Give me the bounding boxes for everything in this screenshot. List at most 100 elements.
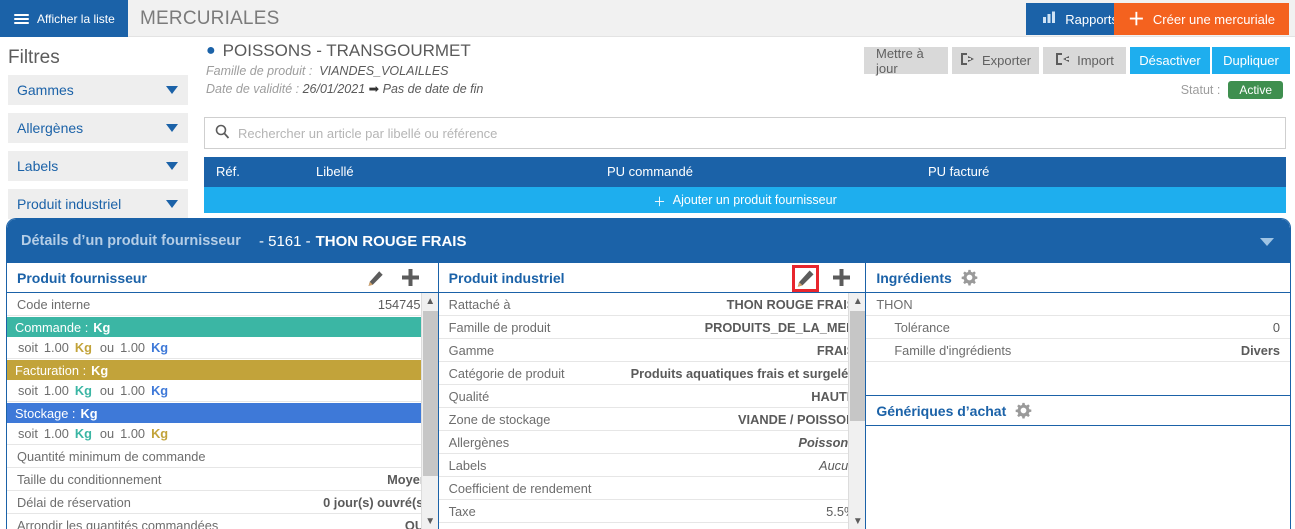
- map-pin-icon: ●: [206, 42, 216, 59]
- statut-label: Statut :: [1180, 83, 1221, 97]
- row-key: Arrondir les quantités commandées: [17, 517, 219, 529]
- sidebar-item-label: Labels: [17, 158, 59, 174]
- scrollbar-thumb[interactable]: [850, 311, 866, 421]
- table-row: Gamme FRAIS: [438, 339, 866, 362]
- scrollbar-thumb[interactable]: [422, 311, 438, 476]
- chevron-down-icon: [166, 162, 178, 170]
- scroll-up-icon[interactable]: ▲: [421, 293, 438, 310]
- uom-u1: Kg: [74, 426, 92, 441]
- uom-conversion-stockage: soit 1.00 Kg ou 1.00 Kg: [7, 423, 438, 445]
- date-validite-label: Date de validité :: [206, 82, 300, 96]
- row-value: Poissons: [798, 434, 856, 450]
- chevron-down-icon[interactable]: [1260, 238, 1274, 246]
- uom-sub-prefix: soit: [18, 383, 38, 398]
- uom-u2: Kg: [151, 340, 169, 355]
- scrollbar-vertical[interactable]: ▲ ▼: [848, 293, 866, 529]
- uom-conversion-commande: soit 1.00 Kg ou 1.00 Kg: [7, 337, 438, 359]
- scroll-down-icon[interactable]: ▼: [849, 513, 866, 529]
- mercuriale-header: ● POISSONS - TRANSGOURMET Famille de pro…: [206, 41, 483, 96]
- gear-icon[interactable]: [1015, 402, 1032, 419]
- search-input[interactable]: Rechercher un article par libellé ou réf…: [204, 117, 1286, 149]
- row-key: Labels: [448, 457, 487, 473]
- add-supplier-product-label: Ajouter un produit fournisseur: [672, 193, 837, 207]
- column-header-ref[interactable]: Réf.: [216, 164, 240, 179]
- column-header-pu-commande[interactable]: PU commandé: [607, 164, 693, 179]
- row-key: Taille du conditionnement: [17, 471, 162, 487]
- uom-q2: 1.00: [120, 340, 146, 355]
- scroll-down-icon[interactable]: ▼: [421, 513, 438, 529]
- date-fin-value: Pas de date de fin: [382, 82, 484, 96]
- row-key: Famille d'ingrédients: [894, 342, 1012, 358]
- page-title: POISSONS - TRANSGOURMET: [222, 41, 471, 60]
- row-key: Code interne: [17, 296, 91, 312]
- mettre-a-jour-button[interactable]: Mettre à jour: [864, 45, 948, 76]
- uom-u1: Kg: [74, 340, 92, 355]
- table-row: Délai de réservation 0 jour(s) ouvré(s): [7, 491, 438, 514]
- sidebar-item-label: Gammes: [17, 82, 74, 98]
- detail-panel-product-name: THON ROUGE FRAIS: [315, 232, 467, 250]
- row-key: Famille de produit: [448, 319, 551, 335]
- row-value: VIANDE / POISSON: [738, 411, 856, 427]
- show-list-button[interactable]: Afficher la liste: [0, 0, 128, 37]
- detail-columns: Produit fournisseur Code interne 1547451: [7, 263, 1290, 529]
- plus-icon[interactable]: [401, 268, 420, 287]
- detail-panel-code: - 5161 -: [258, 232, 311, 250]
- scrollbar-vertical[interactable]: ▲ ▼: [420, 293, 438, 529]
- industrial-product-rows: Rattaché à THON ROUGE FRAIS Famille de p…: [438, 293, 866, 529]
- supplier-product-panel-header: Produit fournisseur: [7, 263, 438, 293]
- uom-sub-prefix: soit: [18, 340, 38, 355]
- pencil-icon[interactable]: [792, 265, 820, 292]
- panel-divider: [866, 386, 1290, 396]
- famille-produit-label: Famille de produit :: [206, 64, 313, 78]
- sidebar-item-labels[interactable]: Labels: [8, 151, 188, 181]
- row-value: THON ROUGE FRAIS: [726, 296, 856, 312]
- uom-sub-prefix: soit: [18, 426, 38, 441]
- famille-produit-value: VIANDES_VOLAILLES: [319, 64, 449, 78]
- arrow-right-icon: ➡: [368, 82, 380, 96]
- ingredients-empty-row: [866, 362, 1290, 386]
- plus-icon: ＋: [653, 194, 666, 209]
- ingredients-panel-title: Ingrédients: [876, 269, 952, 286]
- creer-mercuriale-button[interactable]: ＋ Créer une mercuriale: [1113, 3, 1289, 35]
- uom-q2: 1.00: [120, 426, 146, 441]
- table-row: Qualité HAUTE: [438, 385, 866, 408]
- pencil-icon[interactable]: [367, 270, 384, 287]
- mettre-a-jour-label: Mettre à jour: [876, 45, 924, 76]
- sidebar-item-label: Allergènes: [17, 120, 84, 136]
- chevron-down-icon: [166, 124, 178, 132]
- desactiver-button[interactable]: Désactiver: [1130, 47, 1210, 74]
- products-table-header: Réf. Libellé PU commandé PU facturé: [204, 157, 1286, 187]
- exporter-button[interactable]: Exporter: [952, 47, 1039, 74]
- plus-icon[interactable]: [832, 268, 851, 287]
- chevron-down-icon: [166, 86, 178, 94]
- industrial-product-panel-header: Produit industriel: [438, 263, 866, 293]
- gear-icon[interactable]: [961, 269, 978, 286]
- table-row: Arrondir les quantités commandées OUI: [7, 514, 438, 529]
- row-value: Divers: [1240, 342, 1280, 358]
- dupliquer-label: Dupliquer: [1223, 53, 1279, 68]
- sidebar-item-allergenes[interactable]: Allergènes: [8, 113, 188, 143]
- table-row: Famille d'ingrédients Divers: [866, 339, 1290, 362]
- table-row: Famille de produit PRODUITS_DE_LA_MER: [438, 316, 866, 339]
- table-row: Taxe 5.5%: [438, 500, 866, 523]
- generics-empty-area: [866, 426, 1290, 510]
- uom-sub-mid: ou: [99, 383, 115, 398]
- sidebar-item-gammes[interactable]: Gammes: [8, 75, 188, 105]
- table-row: Quantité minimum de commande -: [7, 445, 438, 468]
- add-supplier-product-button[interactable]: ＋ Ajouter un produit fournisseur: [204, 187, 1286, 213]
- ingredients-rows: THON Tolérance 0 Famille d'ingrédients D…: [866, 293, 1290, 529]
- ingredient-group-row: THON: [866, 293, 1290, 316]
- uom-u2: Kg: [151, 426, 169, 441]
- uom-unit: Kg: [91, 362, 109, 378]
- import-button[interactable]: Import: [1043, 47, 1126, 74]
- uom-label: Stockage :: [15, 405, 76, 421]
- dupliquer-button[interactable]: Dupliquer: [1212, 47, 1290, 74]
- column-header-pu-facture[interactable]: PU facturé: [928, 164, 989, 179]
- sidebar-item-produit-industriel[interactable]: Produit industriel: [8, 189, 188, 219]
- chevron-down-icon: [166, 200, 178, 208]
- ingredients-panel-header: Ingrédients: [866, 263, 1290, 293]
- ingredient-group-name: THON: [876, 296, 913, 312]
- scroll-up-icon[interactable]: ▲: [849, 293, 866, 310]
- row-value: 0: [1272, 319, 1280, 335]
- column-header-libelle[interactable]: Libellé: [316, 164, 354, 179]
